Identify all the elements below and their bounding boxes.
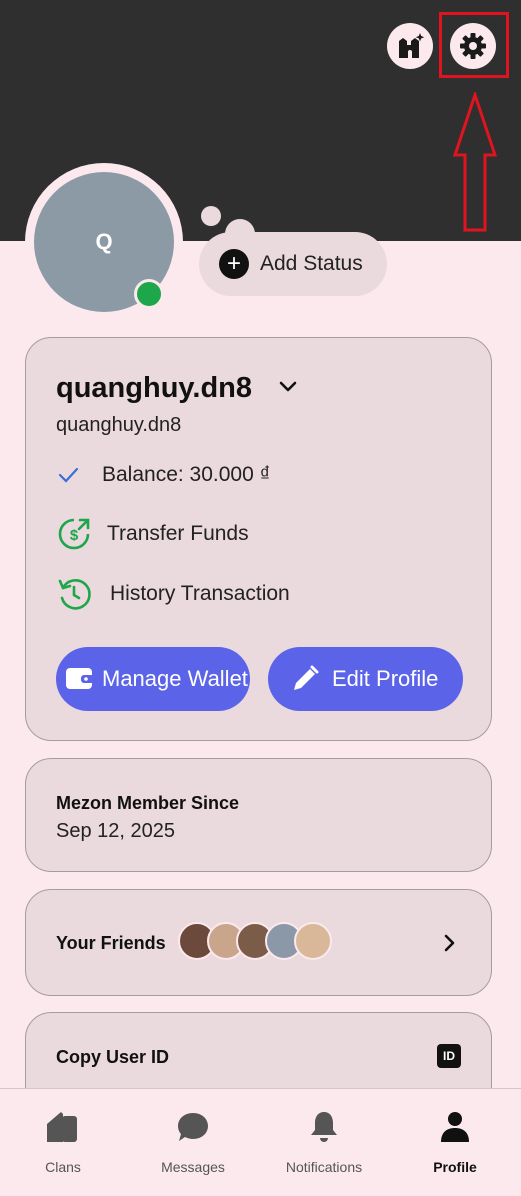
manage-wallet-label: Manage Wallet (102, 666, 248, 691)
nav-messages[interactable]: Messages (128, 1089, 258, 1196)
edit-profile-label: Edit Profile (332, 666, 439, 691)
display-name: quanghuy.dn8 (56, 372, 253, 404)
transfer-money-icon: $ (58, 518, 90, 550)
nav-clans[interactable]: Clans (0, 1089, 128, 1196)
clan-shop-button[interactable] (387, 23, 433, 69)
nav-profile-label: Profile (433, 1159, 477, 1175)
manage-wallet-button[interactable]: Manage Wallet (56, 647, 250, 711)
bell-icon (311, 1112, 337, 1142)
plus-icon: + (219, 249, 249, 279)
check-icon (58, 467, 79, 483)
add-status-label: Add Status (260, 252, 363, 275)
wallet-icon (66, 668, 94, 689)
balance-label: Balance: 30.000 ₫ (102, 463, 271, 486)
transfer-funds-item[interactable]: $ Transfer Funds (56, 516, 249, 552)
person-icon (441, 1112, 469, 1142)
settings-highlight-box (439, 12, 509, 78)
profile-card: quanghuy.dn8 quanghuy.dn8 Balance: 30.00… (25, 337, 492, 741)
chevron-down-icon[interactable] (278, 380, 298, 394)
chat-bubble-icon (178, 1113, 208, 1141)
online-status-dot (134, 279, 164, 309)
username: quanghuy.dn8 (56, 414, 182, 436)
nav-clans-label: Clans (45, 1159, 81, 1175)
avatar-initial: Q (95, 229, 113, 254)
history-clock-icon (58, 579, 91, 610)
friend-avatars (178, 922, 332, 960)
balance-row: Balance: 30.000 ₫ (56, 463, 270, 487)
transfer-funds-label: Transfer Funds (107, 522, 249, 545)
pencil-icon (294, 665, 319, 690)
clans-icon (47, 1112, 77, 1142)
svg-text:$: $ (70, 527, 79, 544)
thought-bubble-small (201, 206, 221, 226)
history-transaction-label: History Transaction (110, 582, 290, 605)
history-transaction-item[interactable]: History Transaction (56, 576, 290, 612)
bottom-nav: Clans Messages Notifications Profile (0, 1088, 521, 1196)
your-friends-title: Your Friends (56, 933, 166, 953)
member-since-title: Mezon Member Since (56, 793, 240, 813)
member-since-card: Mezon Member Since Sep 12, 2025 (25, 758, 492, 872)
chevron-right-icon (444, 934, 455, 952)
add-status-button[interactable]: + Add Status (199, 232, 387, 296)
up-arrow-annotation (452, 92, 498, 232)
friend-avatar (294, 922, 332, 960)
nav-notifications-label: Notifications (285, 1159, 363, 1175)
nav-notifications[interactable]: Notifications (259, 1089, 389, 1196)
your-friends-card[interactable]: Your Friends (25, 889, 492, 996)
nav-profile[interactable]: Profile (390, 1089, 520, 1196)
copy-user-id-label: Copy User ID (56, 1047, 170, 1067)
member-since-date: Sep 12, 2025 (56, 820, 175, 842)
nav-messages-label: Messages (161, 1159, 225, 1175)
edit-profile-button[interactable]: Edit Profile (268, 647, 463, 711)
id-card-icon: ID (437, 1044, 461, 1068)
castle-sparkle-icon (399, 33, 425, 58)
